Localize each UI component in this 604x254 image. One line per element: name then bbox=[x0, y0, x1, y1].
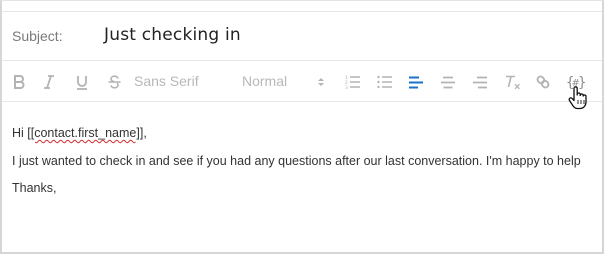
strikethrough-icon[interactable] bbox=[106, 62, 122, 102]
subject-input[interactable]: Just checking in bbox=[104, 25, 241, 45]
ordered-list-icon[interactable]: 1 2 3 bbox=[344, 62, 360, 102]
greeting-prefix: Hi bbox=[12, 126, 28, 140]
subject-row: Subject: Just checking in bbox=[2, 11, 602, 61]
bullet-list-icon[interactable] bbox=[376, 62, 392, 102]
underline-icon[interactable] bbox=[74, 62, 90, 102]
align-center-icon[interactable] bbox=[440, 62, 456, 102]
merge-tag-first-name: [[contact.first_name]] bbox=[27, 126, 144, 140]
formatting-toolbar: Sans Serif Normal 1 2 3 {#} bbox=[2, 62, 602, 110]
align-left-icon[interactable] bbox=[408, 62, 424, 102]
email-composer: Subject: Just checking in Sans Serif Nor… bbox=[0, 0, 604, 254]
message-body-editor[interactable]: Hi [[contact.first_name]], I just wanted… bbox=[2, 103, 602, 252]
svg-text:3: 3 bbox=[345, 85, 348, 89]
subject-label: Subject: bbox=[12, 28, 63, 44]
signoff-line: Thanks, bbox=[12, 181, 57, 195]
font-size-select[interactable]: Normal bbox=[242, 73, 287, 89]
align-right-icon[interactable] bbox=[472, 62, 488, 102]
italic-icon[interactable] bbox=[41, 62, 57, 102]
font-family-select[interactable]: Sans Serif bbox=[134, 73, 199, 89]
clear-format-icon[interactable] bbox=[504, 62, 522, 102]
body-line-2: I just wanted to check in and see if you… bbox=[12, 154, 581, 168]
bold-icon[interactable] bbox=[11, 62, 27, 102]
greeting-suffix: , bbox=[143, 126, 147, 140]
font-size-dropdown-icon[interactable] bbox=[316, 62, 326, 102]
link-icon[interactable] bbox=[534, 62, 552, 102]
greeting-line: Hi [[contact.first_name]], bbox=[12, 126, 147, 140]
